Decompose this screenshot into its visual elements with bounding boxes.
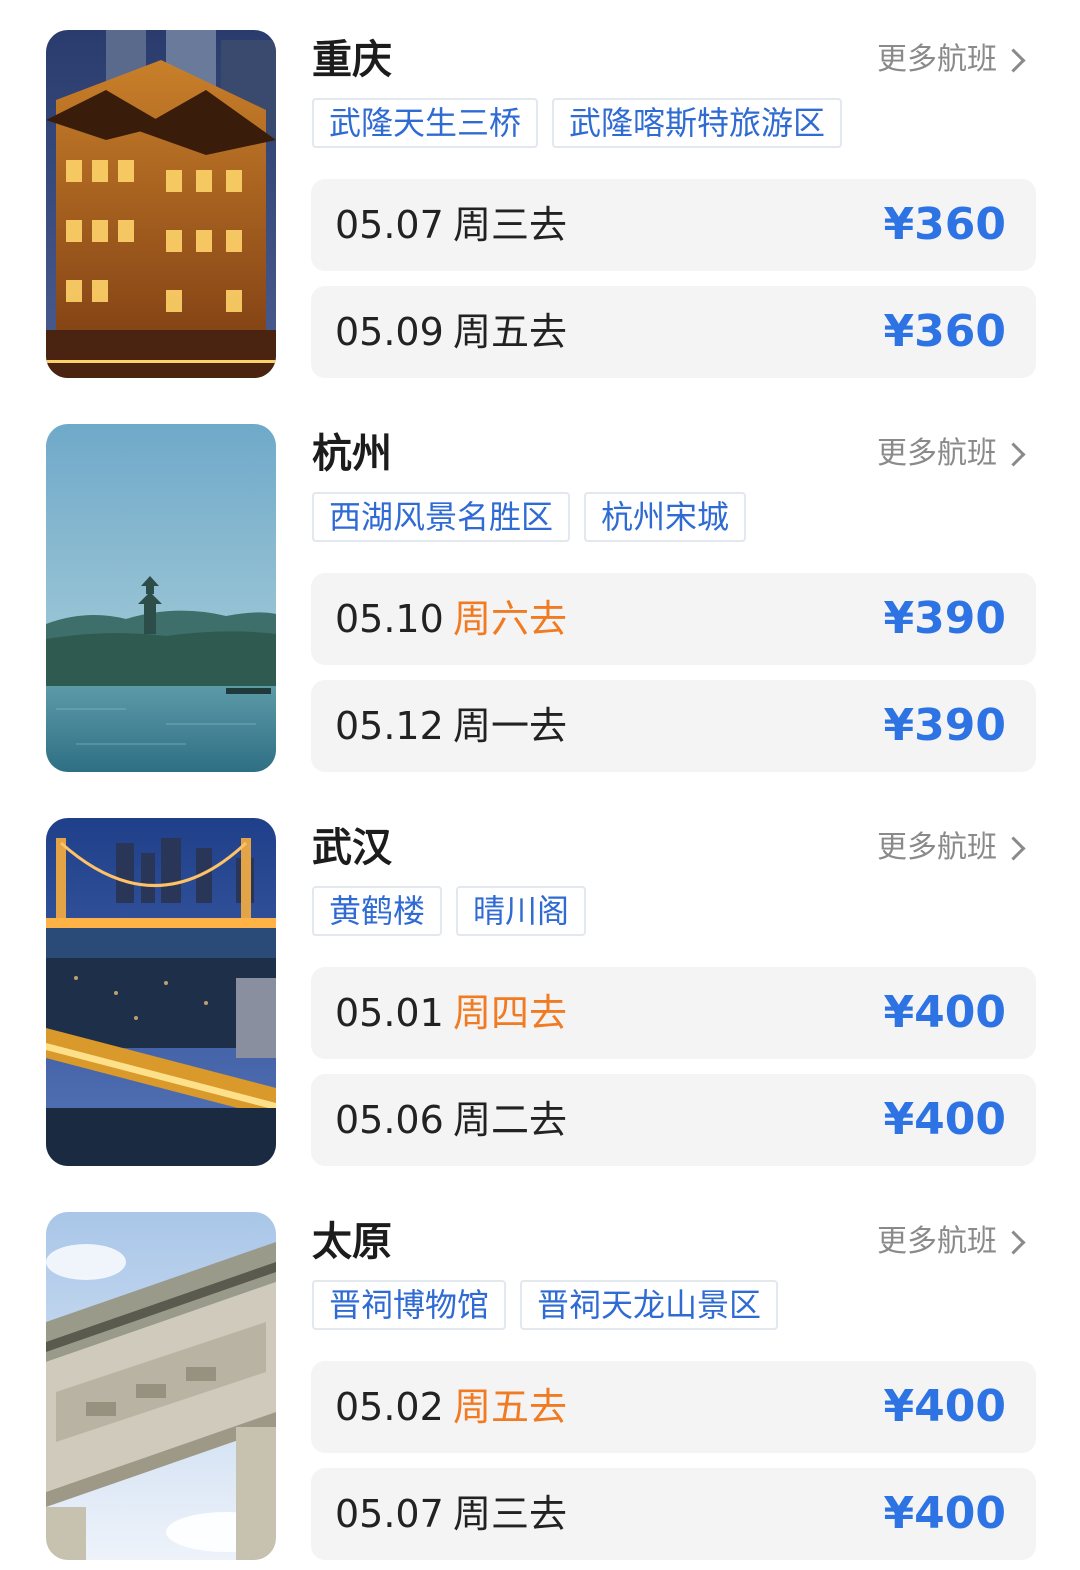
flight-weekday: 周一去 bbox=[453, 704, 568, 748]
flight-weekday: 周六去 bbox=[453, 597, 568, 641]
flight-option[interactable]: 05.01 周四去 ¥400 bbox=[311, 967, 1036, 1059]
flight-price: ¥360 bbox=[883, 199, 1006, 250]
attraction-tags: 武隆天生三桥 武隆喀斯特旅游区 bbox=[312, 98, 856, 148]
flight-date: 05.09 bbox=[335, 310, 444, 354]
more-flights-link[interactable]: 更多航班 bbox=[877, 1222, 1028, 1262]
flight-option[interactable]: 05.07 周三去 ¥360 bbox=[311, 179, 1036, 271]
wuhan-photo[interactable] bbox=[46, 818, 276, 1166]
more-flights-label: 更多航班 bbox=[877, 830, 997, 865]
flight-option[interactable]: 05.09 周五去 ¥360 bbox=[311, 286, 1036, 378]
destination-card[interactable]: 太原 更多航班 晋祠博物馆 晋祠天龙山景区 05.02 周五去 ¥400 05.… bbox=[0, 1182, 1080, 1560]
more-flights-link[interactable]: 更多航班 bbox=[877, 828, 1028, 868]
city-name: 太原 bbox=[312, 1219, 392, 1265]
city-name: 杭州 bbox=[312, 431, 392, 477]
taiyuan-photo[interactable] bbox=[46, 1212, 276, 1560]
chevron-right-icon bbox=[1001, 835, 1026, 861]
flight-price: ¥400 bbox=[883, 1094, 1006, 1145]
flight-weekday: 周五去 bbox=[453, 310, 568, 354]
flight-option[interactable]: 05.10 周六去 ¥390 bbox=[311, 573, 1036, 665]
chongqing-photo[interactable] bbox=[46, 30, 276, 378]
attraction-tag[interactable]: 晋祠博物馆 bbox=[312, 1280, 507, 1330]
attraction-tag[interactable]: 晋祠天龙山景区 bbox=[520, 1280, 779, 1330]
more-flights-link[interactable]: 更多航班 bbox=[877, 434, 1028, 474]
chevron-right-icon bbox=[1001, 1229, 1026, 1255]
attraction-tag[interactable]: 武隆喀斯特旅游区 bbox=[552, 98, 843, 148]
flight-weekday: 周五去 bbox=[453, 1385, 568, 1429]
flight-option[interactable]: 05.07 周三去 ¥400 bbox=[311, 1468, 1036, 1560]
destination-card[interactable]: 武汉 更多航班 黄鹤楼 晴川阁 05.01 周四去 ¥400 05.06 周二去… bbox=[0, 788, 1080, 1166]
more-flights-label: 更多航班 bbox=[877, 1224, 997, 1259]
more-flights-link[interactable]: 更多航班 bbox=[877, 40, 1028, 80]
destination-card[interactable]: 重庆 更多航班 武隆天生三桥 武隆喀斯特旅游区 05.07 周三去 ¥360 0… bbox=[0, 0, 1080, 378]
attraction-tag[interactable]: 武隆天生三桥 bbox=[312, 98, 539, 148]
flight-option[interactable]: 05.02 周五去 ¥400 bbox=[311, 1361, 1036, 1453]
chevron-right-icon bbox=[1001, 441, 1026, 467]
chevron-right-icon bbox=[1001, 47, 1026, 73]
destination-card[interactable]: 杭州 更多航班 西湖风景名胜区 杭州宋城 05.10 周六去 ¥390 05.1… bbox=[0, 394, 1080, 772]
flight-date: 05.07 bbox=[335, 203, 444, 247]
flight-date: 05.12 bbox=[335, 704, 444, 748]
flight-date: 05.07 bbox=[335, 1492, 444, 1536]
city-name: 武汉 bbox=[312, 825, 392, 871]
flight-price: ¥400 bbox=[883, 987, 1006, 1038]
attraction-tag[interactable]: 西湖风景名胜区 bbox=[312, 492, 571, 542]
attraction-tag[interactable]: 杭州宋城 bbox=[584, 492, 747, 542]
attraction-tag[interactable]: 晴川阁 bbox=[456, 886, 587, 936]
hangzhou-photo[interactable] bbox=[46, 424, 276, 772]
flight-weekday: 周三去 bbox=[453, 203, 568, 247]
flight-price: ¥400 bbox=[883, 1488, 1006, 1539]
attraction-tag[interactable]: 黄鹤楼 bbox=[312, 886, 443, 936]
flight-price: ¥390 bbox=[883, 700, 1006, 751]
attraction-tags: 西湖风景名胜区 杭州宋城 bbox=[312, 492, 760, 542]
attraction-tags: 晋祠博物馆 晋祠天龙山景区 bbox=[312, 1280, 792, 1330]
more-flights-label: 更多航班 bbox=[877, 436, 997, 471]
flight-date: 05.01 bbox=[335, 991, 444, 1035]
flight-weekday: 周二去 bbox=[453, 1098, 568, 1142]
flight-price: ¥400 bbox=[883, 1381, 1006, 1432]
flight-date: 05.02 bbox=[335, 1385, 444, 1429]
flight-date: 05.10 bbox=[335, 597, 444, 641]
more-flights-label: 更多航班 bbox=[877, 42, 997, 77]
city-name: 重庆 bbox=[312, 37, 392, 83]
flight-weekday: 周三去 bbox=[453, 1492, 568, 1536]
flight-option[interactable]: 05.06 周二去 ¥400 bbox=[311, 1074, 1036, 1166]
flight-price: ¥390 bbox=[883, 593, 1006, 644]
flight-date: 05.06 bbox=[335, 1098, 444, 1142]
flight-price: ¥360 bbox=[883, 306, 1006, 357]
flight-weekday: 周四去 bbox=[453, 991, 568, 1035]
flight-option[interactable]: 05.12 周一去 ¥390 bbox=[311, 680, 1036, 772]
attraction-tags: 黄鹤楼 晴川阁 bbox=[312, 886, 600, 936]
